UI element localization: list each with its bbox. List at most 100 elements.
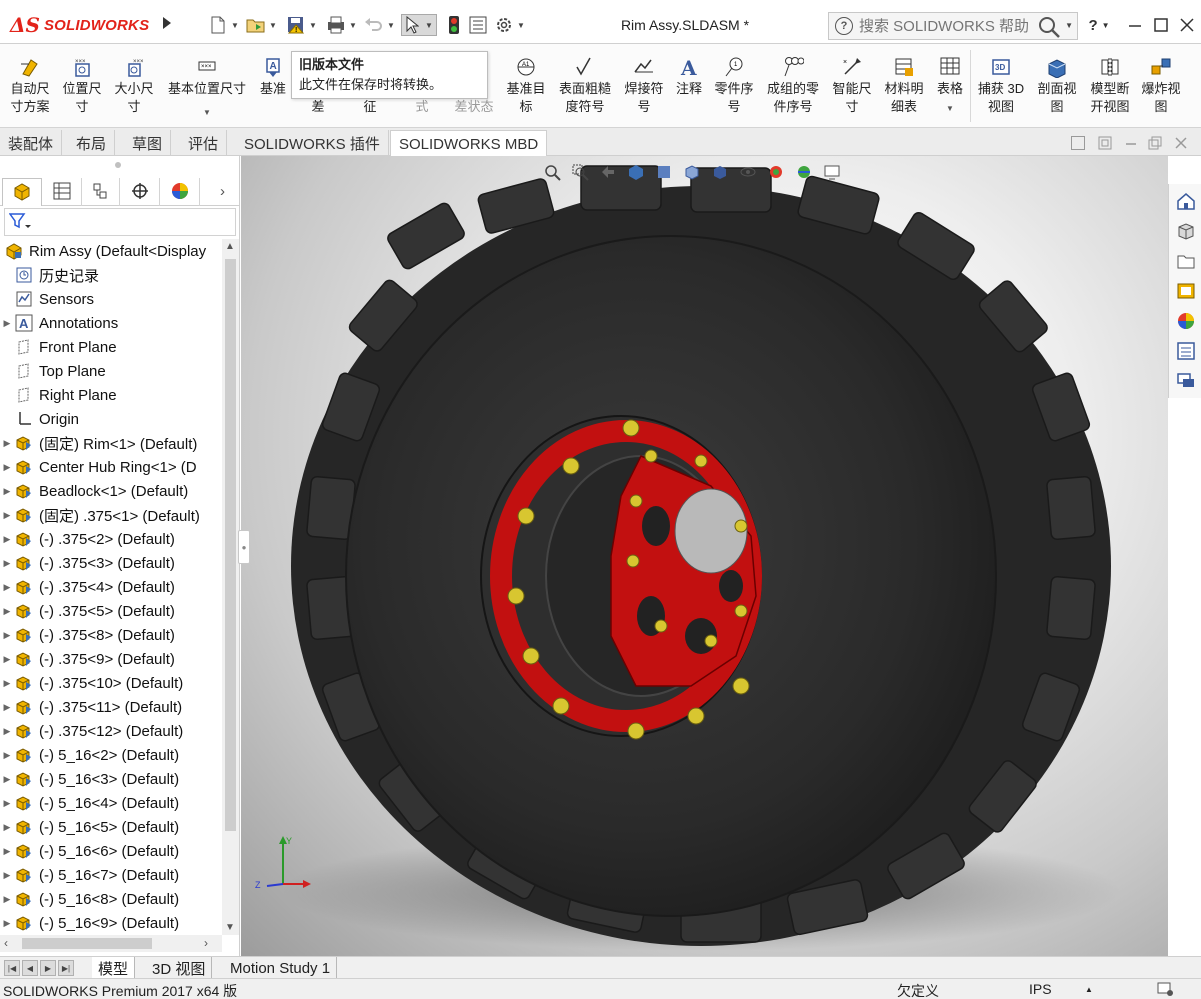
tree-item[interactable]: ▶ (-) .375<12> (Default): [0, 719, 184, 743]
chevron-down-icon[interactable]: ▼: [387, 21, 395, 30]
maximize-view-icon[interactable]: [1148, 136, 1162, 150]
tree-item[interactable]: ▶ (-) .375<11> (Default): [0, 695, 183, 719]
size-dimension-button[interactable]: ××× 大小尺寸: [110, 54, 158, 116]
tab-evaluate[interactable]: 评估: [180, 130, 228, 156]
tree-item[interactable]: ▶ (-) 5_16<7> (Default): [0, 863, 180, 887]
tree-item[interactable]: ▶ (-) 5_16<6> (Default): [0, 839, 180, 863]
close-view-icon[interactable]: [1174, 136, 1188, 150]
table-button[interactable]: 表格 ▼: [932, 54, 968, 118]
scroll-down-icon[interactable]: ▼: [225, 922, 235, 933]
tree-item[interactable]: ▶ (固定) .375<1> (Default): [0, 503, 200, 527]
tree-item[interactable]: ▶ (-) 5_16<4> (Default): [0, 791, 180, 815]
graphics-area[interactable]: Y Z: [241, 156, 1168, 956]
file-explorer-icon[interactable]: [1173, 248, 1199, 274]
tree-item[interactable]: ▶ (-) .375<10> (Default): [0, 671, 184, 695]
tree-item[interactable]: ▶ (-) .375<3> (Default): [0, 551, 175, 575]
apply-scene-icon[interactable]: [793, 162, 815, 182]
appearances-icon[interactable]: [1173, 308, 1199, 334]
auto-dimension-button[interactable]: 自动尺 寸方案: [6, 54, 54, 116]
expand-arrow-icon[interactable]: ▶: [0, 582, 14, 593]
chevron-down-icon[interactable]: ▼: [349, 21, 357, 30]
expand-arrow-icon[interactable]: ▶: [0, 774, 14, 785]
design-library-icon[interactable]: [1173, 218, 1199, 244]
tree-item[interactable]: ▶ (-) .375<5> (Default): [0, 599, 175, 623]
tree-item[interactable]: ▶ (-) 5_16<9> (Default): [0, 911, 180, 935]
forum-icon[interactable]: [1173, 368, 1199, 394]
tree-item[interactable]: ▶ (-) 5_16<2> (Default): [0, 743, 180, 767]
property-manager-tab[interactable]: [42, 178, 82, 206]
tree-filter[interactable]: [4, 208, 236, 236]
panel-grip[interactable]: [115, 162, 121, 168]
surface-finish-button[interactable]: 表面粗糙 度符号: [554, 54, 616, 116]
tree-item[interactable]: ▶ (固定) Rim<1> (Default): [0, 431, 198, 455]
scroll-up-icon[interactable]: ▲: [225, 241, 235, 252]
chevron-down-icon[interactable]: ▼: [517, 21, 525, 30]
chevron-up-icon[interactable]: ▲: [1085, 985, 1093, 994]
close-button[interactable]: [1176, 14, 1198, 36]
new-document-button[interactable]: ▼: [208, 14, 239, 36]
expand-arrow-icon[interactable]: ▶: [0, 678, 14, 689]
expand-arrow-icon[interactable]: ▶: [0, 318, 14, 329]
capture-3d-view-button[interactable]: 3D 捕获 3D 视图: [974, 54, 1028, 116]
tab-motion-study[interactable]: Motion Study 1: [224, 957, 338, 979]
minimize-view-icon[interactable]: [1124, 136, 1138, 150]
section-view-icon[interactable]: [625, 162, 647, 182]
maximize-button[interactable]: [1150, 14, 1172, 36]
rebuild-button[interactable]: [444, 14, 464, 36]
tree-item[interactable]: Origin: [0, 407, 79, 431]
tab-solidworks-addins[interactable]: SOLIDWORKS 插件: [236, 130, 389, 156]
expand-arrow-icon[interactable]: ▶: [0, 630, 14, 641]
expand-arrow-icon[interactable]: ▶: [0, 726, 14, 737]
chevron-down-icon[interactable]: ▼: [231, 21, 239, 30]
solidworks-logo[interactable]: ΔS SOLIDWORKS: [10, 10, 156, 40]
print-button[interactable]: ▼: [326, 14, 357, 36]
dynamic-annotation-icon[interactable]: [653, 162, 675, 182]
datum-button[interactable]: A 基准: [256, 54, 290, 98]
display-style-icon[interactable]: [709, 162, 731, 182]
search-icon[interactable]: [1037, 15, 1061, 42]
hide-show-items-icon[interactable]: [737, 162, 759, 182]
scrollbar-thumb[interactable]: [22, 938, 152, 949]
balloon-button[interactable]: 1 零件序号: [710, 54, 758, 116]
stacked-balloon-button[interactable]: 成组的零 件序号: [762, 54, 824, 116]
display-manager-tab[interactable]: [160, 178, 200, 206]
tab-assembly[interactable]: 装配体: [0, 130, 63, 156]
minimize-button[interactable]: [1124, 14, 1146, 36]
chevron-down-icon[interactable]: ▼: [1065, 21, 1073, 30]
tree-item[interactable]: ▶ Center Hub Ring<1> (D: [0, 455, 197, 479]
tree-item[interactable]: ▶ A Annotations: [0, 311, 118, 335]
help-search-box[interactable]: ? ▼: [828, 12, 1078, 40]
location-dimension-button[interactable]: ××× 位置尺寸: [58, 54, 106, 116]
expand-arrow-icon[interactable]: ▶: [0, 918, 14, 929]
menu-expand-arrow[interactable]: [160, 13, 174, 33]
tree-item[interactable]: ▶ (-) 5_16<3> (Default): [0, 767, 180, 791]
expand-arrow-icon[interactable]: ▶: [0, 558, 14, 569]
chevron-right-icon[interactable]: ›: [220, 183, 225, 200]
expand-arrow-icon[interactable]: ▶: [0, 606, 14, 617]
undo-button[interactable]: ▼: [364, 14, 395, 36]
configuration-manager-tab[interactable]: [80, 178, 120, 206]
datum-target-button[interactable]: A1 基准目标: [502, 54, 550, 116]
first-tab-icon[interactable]: |◀: [4, 960, 20, 976]
chevron-down-icon[interactable]: ▼: [269, 21, 277, 30]
last-tab-icon[interactable]: ▶|: [58, 960, 74, 976]
tree-horizontal-scrollbar[interactable]: ‹ ›: [0, 935, 222, 952]
tree-item[interactable]: ▶ (-) .375<4> (Default): [0, 575, 175, 599]
help-search-input[interactable]: [859, 17, 1029, 35]
tree-item[interactable]: ▶ (-) 5_16<8> (Default): [0, 887, 180, 911]
tree-item[interactable]: ▶ (-) .375<9> (Default): [0, 647, 175, 671]
basic-location-dimension-button[interactable]: ××× 基本位置尺寸 ▼: [162, 54, 252, 122]
tile-view-icon[interactable]: [1071, 136, 1085, 150]
edit-appearance-icon[interactable]: [765, 162, 787, 182]
zoom-to-area-icon[interactable]: [569, 162, 591, 182]
custom-properties-icon[interactable]: [1173, 338, 1199, 364]
tire-rim-model[interactable]: [241, 156, 1168, 956]
tree-vertical-scrollbar[interactable]: ▲ ▼: [222, 239, 239, 935]
chevron-down-icon[interactable]: ▼: [309, 21, 317, 30]
section-view-button[interactable]: 剖面视图: [1032, 54, 1082, 116]
feature-manager-tab[interactable]: [2, 178, 42, 206]
expand-arrow-icon[interactable]: ▶: [0, 870, 14, 881]
tree-item[interactable]: ▶ (-) .375<8> (Default): [0, 623, 175, 647]
view-orientation-icon[interactable]: [681, 162, 703, 182]
expand-arrow-icon[interactable]: ▶: [0, 510, 14, 521]
